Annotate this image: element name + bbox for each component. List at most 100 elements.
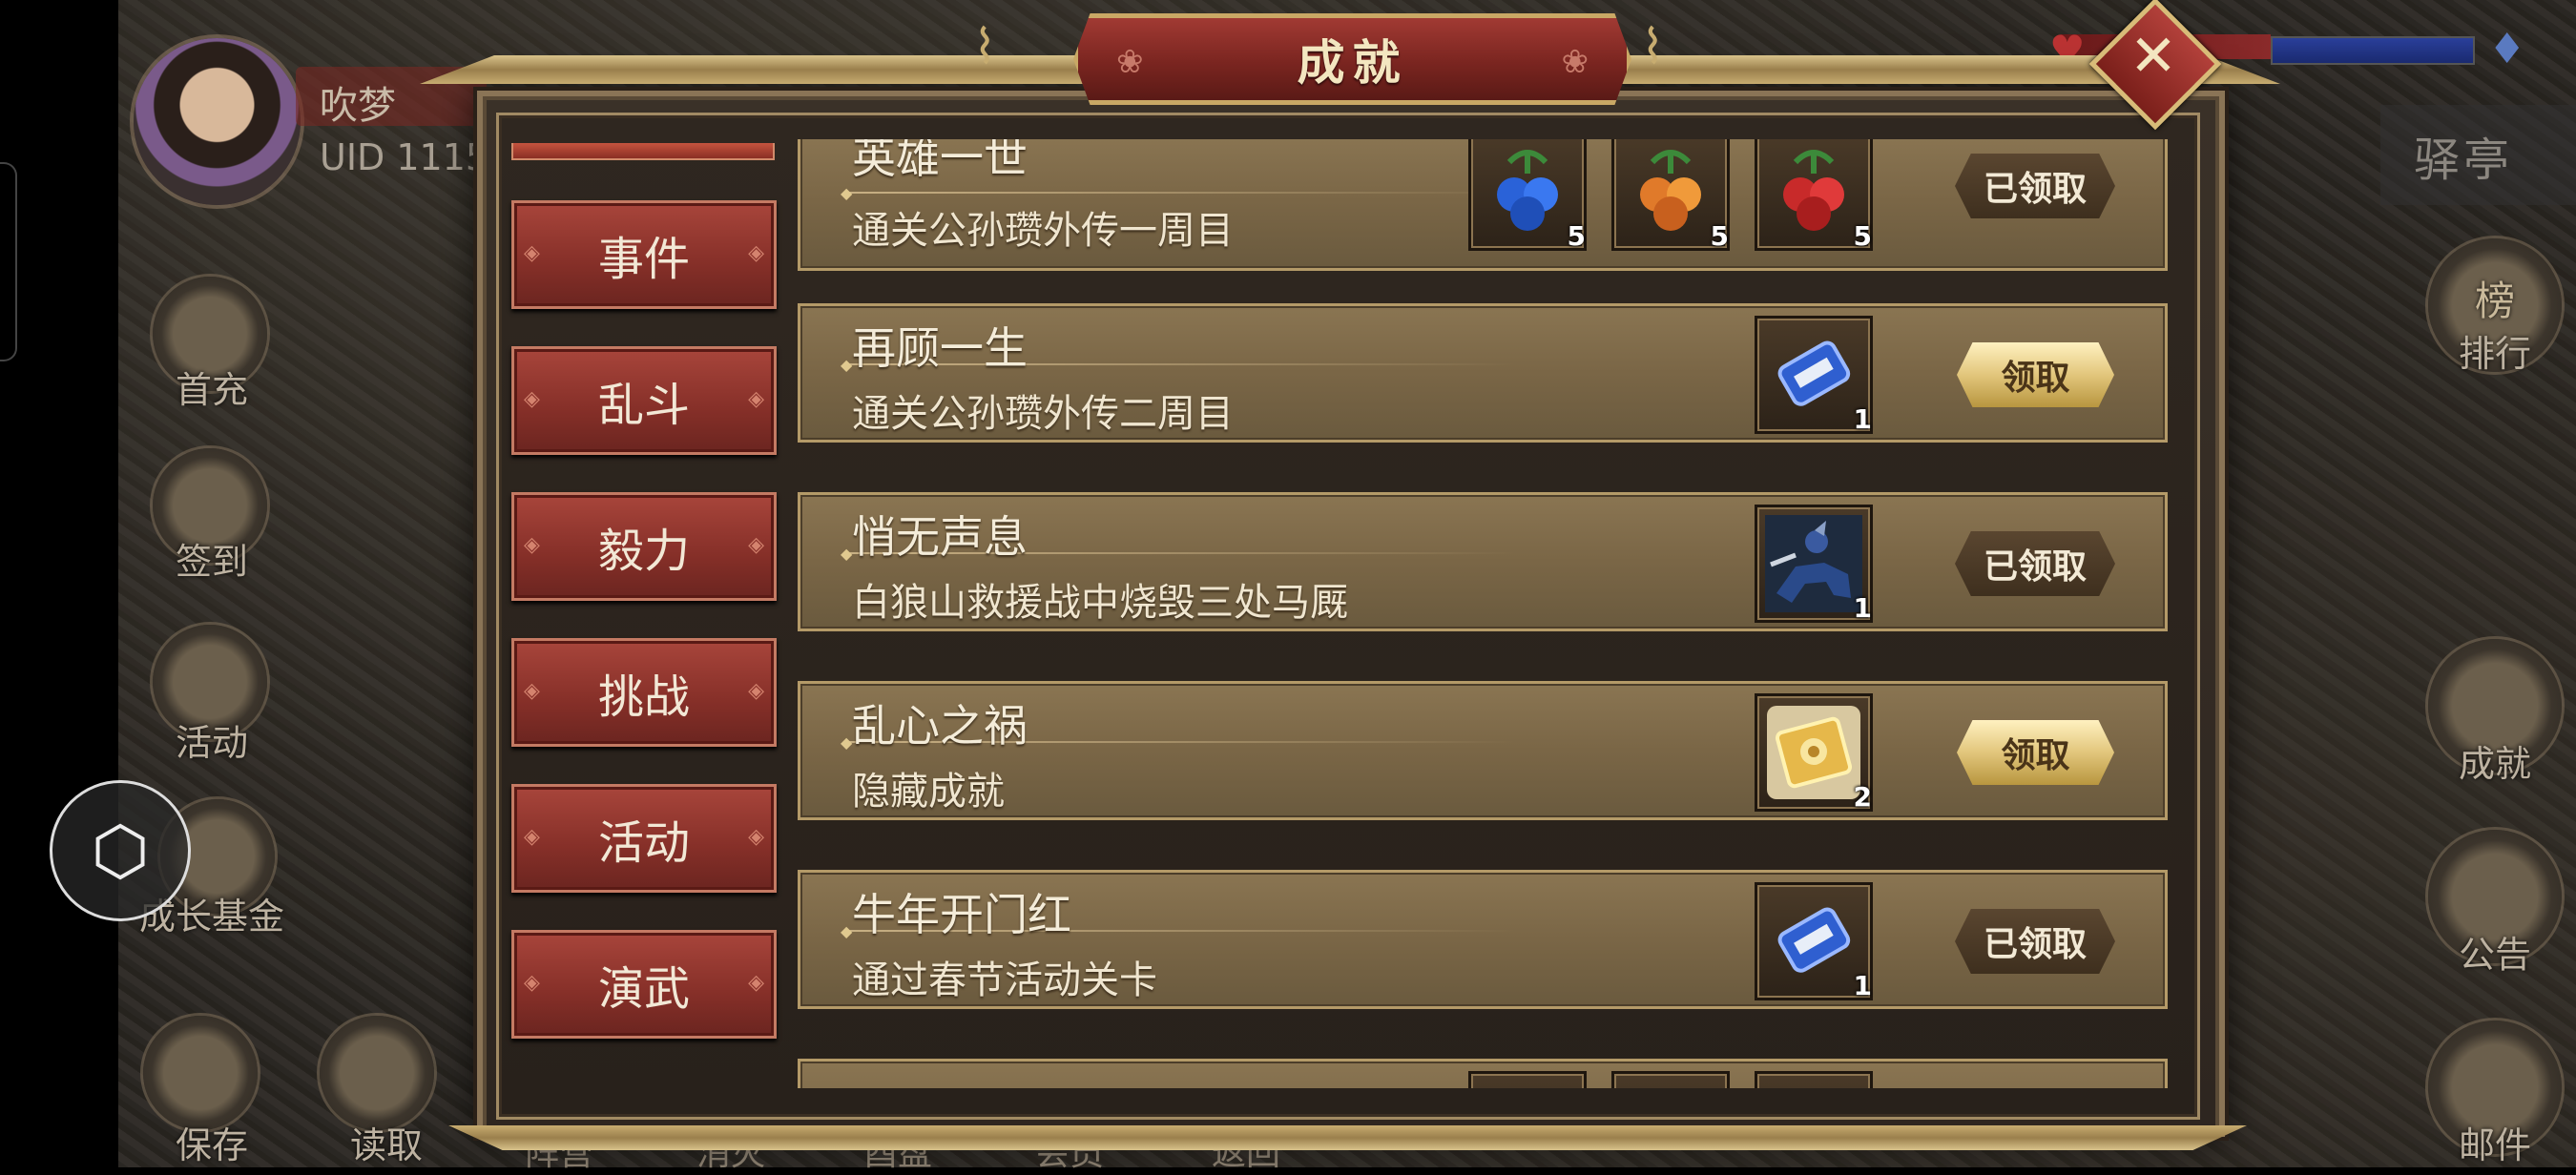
floating-cube-button[interactable]: ⬡ — [50, 780, 191, 921]
claimed-label: 已领取 — [1983, 925, 2087, 964]
tab-ornament-icon: ◈ — [748, 825, 764, 849]
tab-ornament-icon: ◈ — [748, 241, 764, 265]
reward-count: 5 — [1567, 220, 1586, 252]
tab-partial-top — [511, 143, 775, 160]
row-dot-icon: ◆ — [841, 184, 853, 202]
tab-label: 毅力 — [597, 525, 690, 578]
tab-activity[interactable]: ◈ 活动 ◈ — [511, 784, 777, 893]
achievement-label: 成就 — [2458, 743, 2531, 785]
load-label: 读取 — [349, 1124, 423, 1166]
save-button[interactable] — [143, 1016, 258, 1130]
player-name: 吹梦 — [320, 84, 396, 128]
achievement-desc: 白狼山救援战中烧毁三处马厩 — [852, 581, 1348, 625]
claim-button[interactable]: 领取 — [1957, 342, 2114, 407]
tab-perseverance[interactable]: ◈ 毅力 ◈ — [511, 492, 777, 601]
ranking-glyph: 榜 — [2474, 278, 2515, 324]
achievement-row — [798, 1059, 2168, 1088]
tab-label: 乱斗 — [597, 379, 690, 432]
left-black-bar — [0, 0, 118, 1167]
achievement-title: 英雄一世 — [852, 139, 1028, 183]
tab-ornament-icon: ◈ — [748, 971, 764, 995]
sign-in-label: 签到 — [175, 541, 248, 583]
reward-count: 2 — [1853, 781, 1872, 813]
tab-challenge[interactable]: ◈ 挑战 ◈ — [511, 638, 777, 747]
claimed-label: 已领取 — [1983, 547, 2087, 587]
reward-count: 5 — [1710, 220, 1729, 252]
reward-item[interactable]: 5 — [1468, 139, 1587, 252]
achievement-title: 再顾一生 — [852, 322, 1028, 374]
achievement-row: ◆ 英雄一世 通关公孙瓒外传一周目 5 5 5 已领取 — [798, 139, 2168, 271]
tab-ornament-icon: ◈ — [748, 533, 764, 557]
reward-item[interactable] — [1755, 1071, 1873, 1088]
achievement-row: ◆ 再顾一生 通关公孙瓒外传二周目 1 领取 — [798, 303, 2168, 443]
achievement-title: 牛年开门红 — [852, 889, 1071, 940]
row-dot-icon: ◆ — [841, 545, 853, 563]
panel-bottom-rail — [448, 1125, 2247, 1150]
claim-button[interactable]: 领取 — [1957, 720, 2114, 785]
achievement-desc: 隐藏成就 — [852, 770, 1005, 814]
station-label: 驿亭 — [2414, 134, 2514, 187]
title-swirl-left-icon: ❀ — [1116, 43, 1144, 81]
tab-ornament-icon: ◈ — [524, 241, 540, 265]
reward-item[interactable]: 1 — [1755, 882, 1873, 1001]
ranking-label: 排行 — [2458, 333, 2531, 375]
reward-item[interactable] — [1468, 1071, 1587, 1088]
edge-notch — [0, 162, 17, 361]
close-icon[interactable]: ✕ — [2120, 23, 2187, 90]
cube-icon: ⬡ — [91, 812, 150, 890]
panel-title: 成就 — [1297, 34, 1408, 91]
player-uid: UID 1115 — [320, 136, 489, 178]
reward-item[interactable]: 2 — [1755, 693, 1873, 813]
event-label: 活动 — [175, 722, 248, 764]
reward-count: 1 — [1853, 592, 1872, 624]
tab-ornament-icon: ◈ — [524, 533, 540, 557]
achievement-desc: 通关公孙瓒外传一周目 — [852, 209, 1234, 253]
claim-label: 领取 — [2001, 736, 2070, 775]
reward-item[interactable]: 5 — [1611, 139, 1730, 252]
tab-label: 挑战 — [597, 670, 690, 724]
claimed-button[interactable]: 已领取 — [1955, 909, 2115, 974]
notice-label: 公告 — [2458, 934, 2531, 976]
save-label: 保存 — [175, 1124, 248, 1166]
mana-bar — [2271, 36, 2475, 65]
achievement-list[interactable]: ◆ 英雄一世 通关公孙瓒外传一周目 5 5 5 已领取 ◆ 再顾一生 通关公孙瓒… — [798, 139, 2168, 1088]
achievement-title: 乱心之祸 — [852, 700, 1028, 752]
claimed-button[interactable]: 已领取 — [1955, 531, 2115, 596]
row-divider — [848, 192, 1516, 194]
tab-label: 事件 — [597, 233, 690, 286]
tab-ornament-icon: ◈ — [524, 825, 540, 849]
reward-item[interactable] — [1611, 1071, 1730, 1088]
row-dot-icon: ◆ — [841, 356, 853, 374]
claimed-label: 已领取 — [1983, 170, 2087, 209]
achievement-desc: 通过春节活动关卡 — [852, 959, 1157, 1002]
player-avatar[interactable] — [134, 38, 301, 205]
tab-martial[interactable]: ◈ 演武 ◈ — [511, 930, 777, 1039]
tab-label: 演武 — [597, 962, 690, 1016]
reward-item[interactable]: 1 — [1755, 316, 1873, 435]
reward-item[interactable]: 5 — [1755, 139, 1873, 252]
tab-events[interactable]: ◈ 事件 ◈ — [511, 200, 777, 309]
reward-item[interactable]: 1 — [1755, 505, 1873, 624]
claim-label: 领取 — [2001, 359, 2070, 398]
tab-label: 活动 — [597, 816, 690, 870]
reward-count: 5 — [1853, 220, 1872, 252]
panel-title-plate: ❀ 成就 ❀ — [1073, 13, 1631, 105]
tab-ornament-icon: ◈ — [524, 387, 540, 411]
achievement-row: ◆ 悄无声息 白狼山救援战中烧毁三处马厩 1 已领取 — [798, 492, 2168, 631]
row-dot-icon: ◆ — [841, 733, 853, 752]
mail-label: 邮件 — [2458, 1124, 2531, 1166]
tab-ornament-icon: ◈ — [748, 387, 764, 411]
title-swirl-right-icon: ❀ — [1561, 43, 1589, 81]
row-dot-icon: ◆ — [841, 922, 853, 940]
achievement-title: 悄无声息 — [852, 511, 1028, 563]
achievement-row: ◆ 乱心之祸 隐藏成就 2 领取 — [798, 681, 2168, 820]
claimed-button[interactable]: 已领取 — [1955, 154, 2115, 218]
tab-ornament-icon: ◈ — [524, 971, 540, 995]
reward-count: 1 — [1853, 403, 1872, 435]
blue-emblem-icon: ♦ — [2488, 25, 2526, 73]
tab-brawl[interactable]: ◈ 乱斗 ◈ — [511, 346, 777, 455]
right-scroll-ornament-icon: ⌇ — [1641, 19, 1665, 74]
tab-ornament-icon: ◈ — [524, 679, 540, 703]
load-button[interactable] — [320, 1016, 434, 1130]
achievement-row: ◆ 牛年开门红 通过春节活动关卡 1 已领取 — [798, 870, 2168, 1009]
